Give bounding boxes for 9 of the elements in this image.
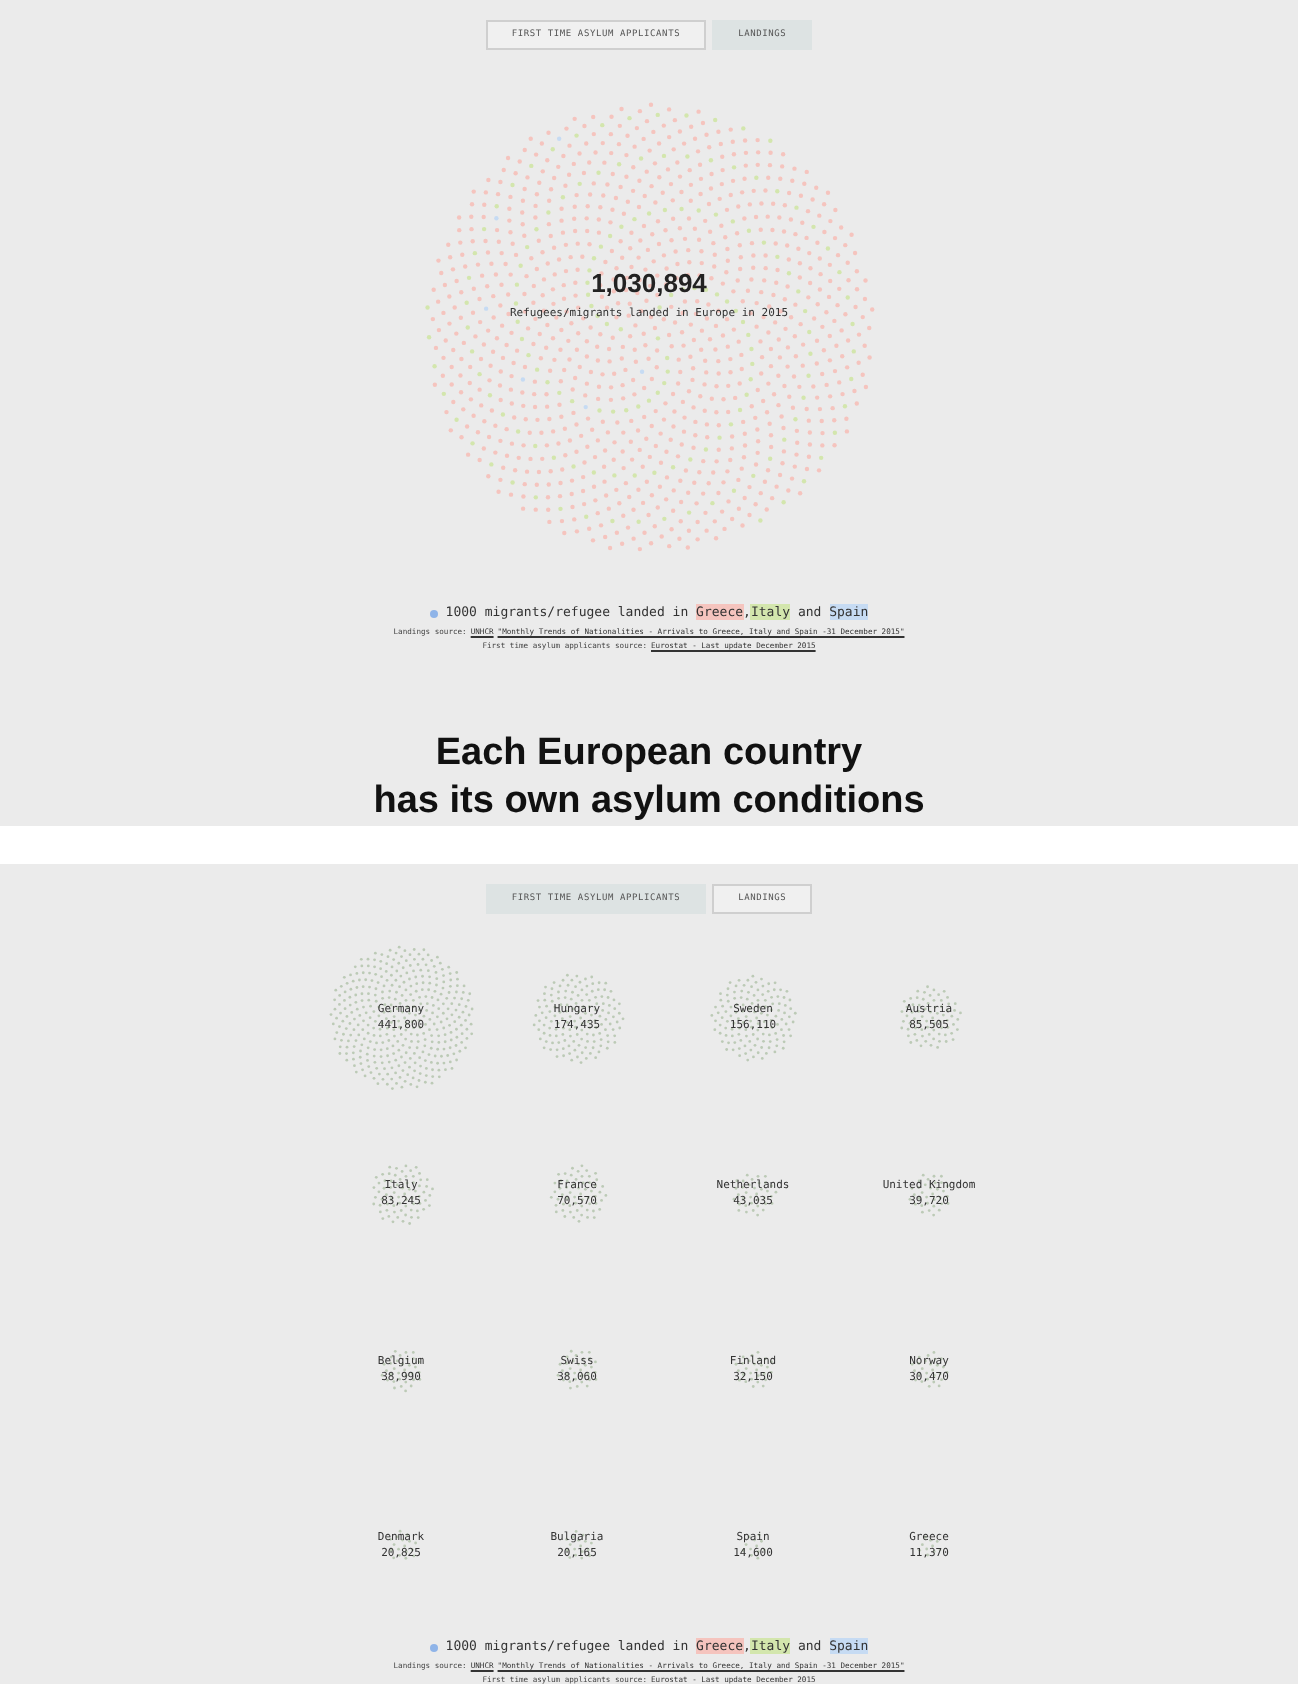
- dot-cluster-drawing: [544, 1161, 610, 1227]
- dot-cluster-drawing: [527, 968, 627, 1068]
- dot-cluster-drawing: [729, 1346, 777, 1394]
- total-count: 1,030,894: [591, 268, 707, 299]
- dot-cluster-drawing: [375, 1344, 427, 1396]
- legend-dot-icon: [429, 609, 438, 617]
- headline: Each European country has its own asylum conditions: [373, 730, 925, 826]
- dot-cluster-drawing: [706, 971, 800, 1065]
- legend-dot-icon: [429, 1643, 438, 1651]
